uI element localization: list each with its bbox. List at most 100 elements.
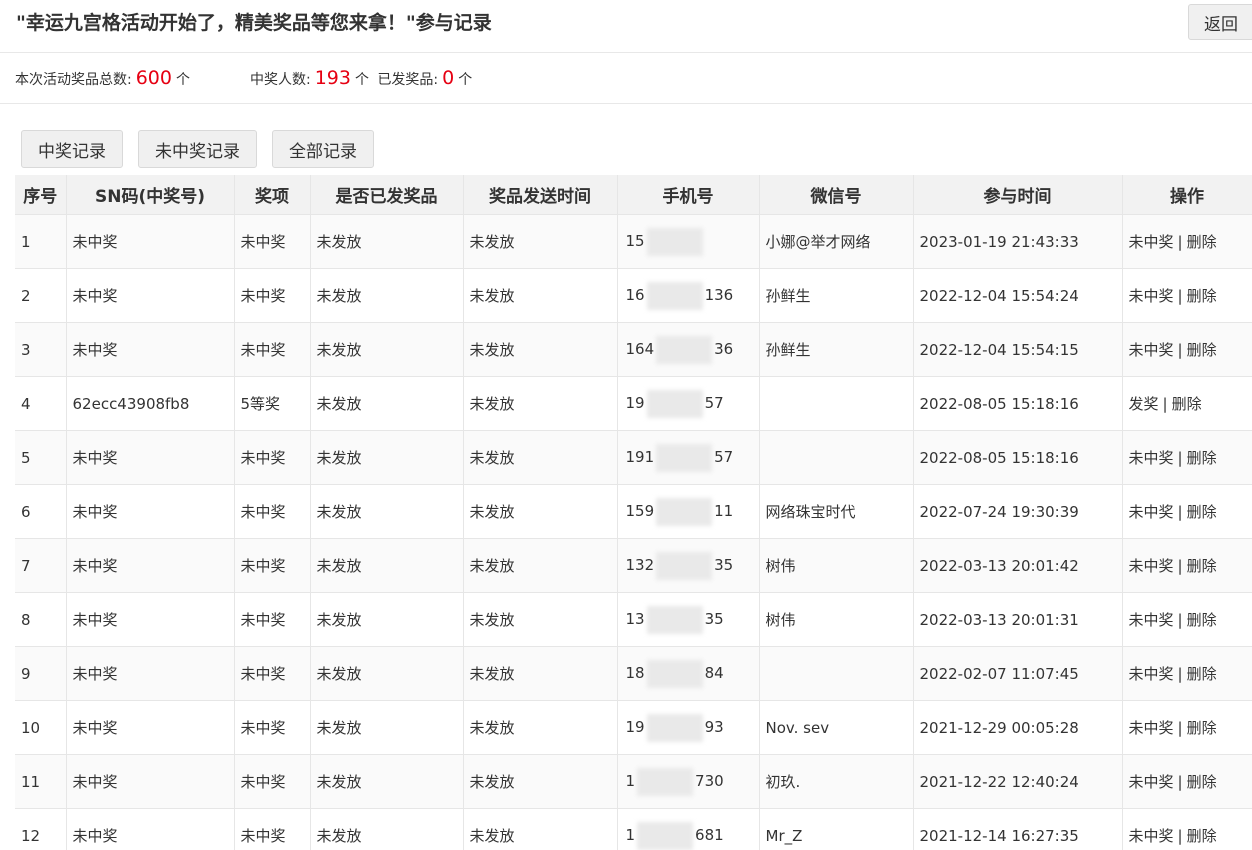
stat-total-value: 600 xyxy=(135,67,172,89)
cell-time: 2022-03-13 20:01:42 xyxy=(913,538,1123,593)
phone-suffix: 136 xyxy=(704,286,734,304)
row-status-action-link[interactable]: 未中奖 xyxy=(1129,827,1174,845)
cell-time: 2022-08-05 15:18:16 xyxy=(913,376,1123,431)
table-row: 9 未中奖 未中奖 未发放 未发放 18 84 2022-02-07 11:07:45 未中奖 |… xyxy=(15,646,1252,701)
cell-phone: 15 xyxy=(617,214,760,269)
cell-time: 2022-02-07 11:07:45 xyxy=(913,646,1123,701)
cell-sn: 未中奖 xyxy=(66,538,235,593)
cell-time: 2023-01-19 21:43:33 xyxy=(913,214,1123,269)
cell-phone: 1 730 xyxy=(617,754,760,809)
records-table-body: 1 未中奖 未中奖 未发放 未发放 15 小娜@举才网络 2023-01-19 21:43:3… xyxy=(15,214,1252,850)
phone-suffix: 84 xyxy=(704,664,724,682)
cell-actions: 未中奖 | 删除 xyxy=(1122,214,1252,269)
row-delete-link[interactable]: 删除 xyxy=(1187,719,1217,737)
column-header-wechat: 微信号 xyxy=(759,175,914,215)
cell-no: 10 xyxy=(15,700,67,755)
row-delete-link[interactable]: 删除 xyxy=(1187,773,1217,791)
cell-phone: 16 136 xyxy=(617,268,760,323)
cell-sent: 未发放 xyxy=(310,430,464,485)
column-header-time: 参与时间 xyxy=(913,175,1123,215)
cell-actions: 未中奖 | 删除 xyxy=(1122,268,1252,323)
row-status-action-link[interactable]: 未中奖 xyxy=(1129,503,1174,521)
row-delete-link[interactable]: 删除 xyxy=(1187,341,1217,359)
row-delete-link[interactable]: 删除 xyxy=(1187,233,1217,251)
row-status-action-link[interactable]: 未中奖 xyxy=(1129,719,1174,737)
cell-no: 8 xyxy=(15,592,67,647)
table-row: 12 未中奖 未中奖 未发放 未发放 1 681 Mr_Z 2021-12-14 16:27:3… xyxy=(15,808,1252,850)
cell-phone: 19 57 xyxy=(617,376,760,431)
phone-prefix: 18 xyxy=(625,664,645,682)
row-delete-link[interactable]: 删除 xyxy=(1187,557,1217,575)
cell-sent-time: 未发放 xyxy=(463,268,618,323)
stats-bar: 本次活动奖品总数: 600 个 中奖人数: 193 个 已发奖品: 0 个 xyxy=(0,53,1252,104)
cell-no: 3 xyxy=(15,322,67,377)
row-delete-link[interactable]: 删除 xyxy=(1187,827,1217,845)
filter-winning-records-button[interactable]: 中奖记录 xyxy=(21,130,123,168)
records-table: 序号 SN码(中奖号) 奖项 是否已发奖品 奖品发送时间 手机号 微信号 参与时… xyxy=(15,175,1252,850)
cell-sent: 未发放 xyxy=(310,538,464,593)
action-separator: | xyxy=(1177,557,1183,575)
cell-sn: 未中奖 xyxy=(66,322,235,377)
row-status-action-link[interactable]: 未中奖 xyxy=(1129,287,1174,305)
cell-sent-time: 未发放 xyxy=(463,808,618,850)
row-delete-link[interactable]: 删除 xyxy=(1187,287,1217,305)
action-separator: | xyxy=(1177,287,1183,305)
cell-actions: 未中奖 | 删除 xyxy=(1122,808,1252,850)
phone-prefix: 1 xyxy=(625,826,636,844)
cell-wechat: 孙鲜生 xyxy=(759,268,914,323)
cell-prize: 未中奖 xyxy=(234,808,311,850)
cell-sent-time: 未发放 xyxy=(463,592,618,647)
stat-total-unit: 个 xyxy=(175,72,190,88)
row-status-action-link[interactable]: 未中奖 xyxy=(1129,557,1174,575)
stat-sent-value: 0 xyxy=(442,67,455,89)
filter-all-records-button[interactable]: 全部记录 xyxy=(272,130,374,168)
row-delete-link[interactable]: 删除 xyxy=(1187,665,1217,683)
row-delete-link[interactable]: 删除 xyxy=(1187,503,1217,521)
row-status-action-link[interactable]: 未中奖 xyxy=(1129,773,1174,791)
stat-sent-label: 已发奖品: xyxy=(377,72,439,88)
cell-actions: 发奖 | 删除 xyxy=(1122,376,1252,431)
cell-no: 7 xyxy=(15,538,67,593)
cell-sent-time: 未发放 xyxy=(463,754,618,809)
phone-suffix: 93 xyxy=(704,718,724,736)
back-button[interactable]: 返回 xyxy=(1188,4,1252,40)
column-header-prize: 奖项 xyxy=(234,175,311,215)
stat-total: 本次活动奖品总数: 600 个 xyxy=(15,67,190,89)
column-header-phone: 手机号 xyxy=(617,175,760,215)
phone-mask xyxy=(637,767,694,796)
row-status-action-link[interactable]: 未中奖 xyxy=(1129,449,1174,467)
action-separator: | xyxy=(1177,449,1183,467)
row-delete-link[interactable]: 删除 xyxy=(1172,395,1202,413)
cell-wechat xyxy=(759,376,914,431)
cell-sn: 62ecc43908fb8 xyxy=(66,376,235,431)
cell-no: 4 xyxy=(15,376,67,431)
phone-prefix: 19 xyxy=(625,394,645,412)
column-header-sent: 是否已发奖品 xyxy=(310,175,464,215)
cell-actions: 未中奖 | 删除 xyxy=(1122,754,1252,809)
phone-suffix: 681 xyxy=(695,826,724,844)
cell-prize: 未中奖 xyxy=(234,754,311,809)
page: "幸运九宫格活动开始了，精美奖品等您来拿！"参与记录 返回 本次活动奖品总数: 6… xyxy=(0,0,1252,850)
action-separator: | xyxy=(1177,503,1183,521)
phone-mask xyxy=(646,389,703,418)
column-header-sn: SN码(中奖号) xyxy=(66,175,235,215)
cell-actions: 未中奖 | 删除 xyxy=(1122,430,1252,485)
row-status-action-link[interactable]: 未中奖 xyxy=(1129,233,1174,251)
table-row: 8 未中奖 未中奖 未发放 未发放 13 35 树伟 2022-03-13 20:01:31 未中… xyxy=(15,592,1252,647)
row-status-action-link[interactable]: 未中奖 xyxy=(1129,341,1174,359)
row-delete-link[interactable]: 删除 xyxy=(1187,611,1217,629)
cell-sent: 未发放 xyxy=(310,592,464,647)
table-row: 1 未中奖 未中奖 未发放 未发放 15 小娜@举才网络 2023-01-19 21:43:3… xyxy=(15,214,1252,269)
row-status-action-link[interactable]: 发奖 xyxy=(1129,395,1159,413)
cell-no: 9 xyxy=(15,646,67,701)
phone-prefix: 19 xyxy=(625,718,645,736)
cell-wechat: 树伟 xyxy=(759,592,914,647)
table-header-row: 序号 SN码(中奖号) 奖项 是否已发奖品 奖品发送时间 手机号 微信号 参与时… xyxy=(15,175,1252,215)
row-delete-link[interactable]: 删除 xyxy=(1187,449,1217,467)
filter-losing-records-button[interactable]: 未中奖记录 xyxy=(138,130,257,168)
cell-sent: 未发放 xyxy=(310,700,464,755)
row-status-action-link[interactable]: 未中奖 xyxy=(1129,611,1174,629)
cell-wechat xyxy=(759,646,914,701)
phone-mask xyxy=(646,605,703,634)
row-status-action-link[interactable]: 未中奖 xyxy=(1129,665,1174,683)
